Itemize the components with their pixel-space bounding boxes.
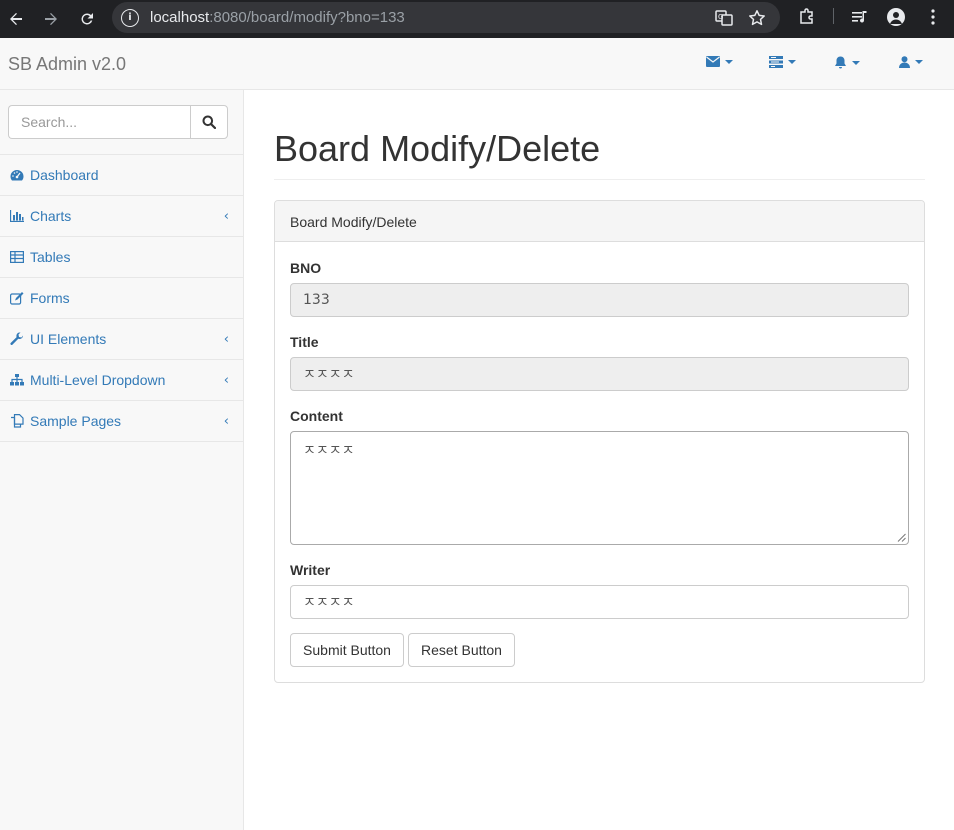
caret-down-icon: [852, 60, 860, 65]
browser-toolbar: i localhost:8080/board/modify?bno=133 G: [0, 0, 954, 38]
extensions-icon[interactable]: [795, 5, 819, 29]
arrow-right-icon: [45, 13, 57, 25]
sidebar-menu: Dashboard Charts ‹ Tables Forms UI Eleme…: [0, 154, 243, 442]
files-icon: [10, 414, 24, 428]
sidebar-item-label: Tables: [30, 249, 71, 265]
bar-chart-icon: [10, 209, 24, 223]
envelope-icon: [706, 56, 720, 67]
dashboard-icon: [10, 168, 24, 182]
content-textarea[interactable]: ㅈㅈㅈㅈ: [290, 431, 909, 545]
sidebar: Dashboard Charts ‹ Tables Forms UI Eleme…: [0, 90, 244, 830]
title-label: Title: [290, 334, 319, 350]
sidebar-item-ui-elements[interactable]: UI Elements ‹: [0, 319, 243, 360]
caret-down-icon: [725, 59, 733, 64]
sidebar-item-label: Dashboard: [30, 167, 99, 183]
forward-button[interactable]: [37, 5, 65, 33]
caret-down-icon: [788, 60, 796, 64]
sidebar-item-label: UI Elements: [30, 331, 107, 347]
svg-text:G: G: [718, 13, 723, 21]
toolbar-divider: [833, 8, 834, 24]
bell-icon: [835, 56, 846, 69]
writer-label: Writer: [290, 562, 331, 578]
board-modify-panel: Board Modify/Delete BNO 133 Title ㅈㅈㅈㅈ C…: [274, 200, 925, 683]
tasks-icon: [769, 56, 783, 68]
sidebar-item-label: Multi-Level Dropdown: [30, 372, 166, 388]
alerts-dropdown[interactable]: [834, 56, 860, 69]
search-input[interactable]: [8, 105, 190, 139]
content-label: Content: [290, 408, 343, 424]
messages-dropdown[interactable]: [706, 56, 733, 67]
url-path: :8080/board/modify?bno=133: [209, 9, 405, 26]
sidebar-search: [8, 105, 228, 139]
edit-icon: [10, 291, 24, 305]
page-title: Board Modify/Delete: [274, 128, 601, 169]
chevron-left-icon: ‹: [223, 332, 229, 347]
sidebar-item-sample-pages[interactable]: Sample Pages ‹: [0, 401, 243, 442]
bookmark-star-icon[interactable]: [747, 8, 767, 28]
sidebar-item-forms[interactable]: Forms: [0, 278, 243, 319]
user-icon: [887, 8, 905, 26]
menu-kebab-icon[interactable]: [921, 5, 945, 29]
page-header: Board Modify/Delete: [274, 128, 925, 180]
writer-field[interactable]: ㅈㅈㅈㅈ: [290, 585, 909, 619]
top-navbar: SB Admin v2.0: [0, 38, 954, 90]
media-control-icon[interactable]: [848, 5, 872, 29]
url-text[interactable]: localhost:8080/board/modify?bno=133: [150, 9, 405, 26]
wrench-icon: [10, 332, 24, 346]
reset-button[interactable]: Reset Button: [408, 633, 515, 667]
back-button[interactable]: [2, 5, 30, 33]
translate-icon[interactable]: G: [714, 8, 734, 28]
submit-button[interactable]: Submit Button: [290, 633, 404, 667]
sidebar-item-label: Charts: [30, 208, 72, 224]
content-text: ㅈㅈㅈㅈ: [303, 443, 355, 459]
sitemap-icon: [10, 373, 24, 387]
chevron-left-icon: ‹: [223, 373, 229, 388]
sidebar-item-label: Forms: [30, 290, 70, 306]
table-icon: [10, 250, 24, 264]
sidebar-item-multi-level-dropdown[interactable]: Multi-Level Dropdown ‹: [0, 360, 243, 401]
tasks-dropdown[interactable]: [769, 56, 796, 68]
bno-label: BNO: [290, 260, 322, 276]
title-field[interactable]: ㅈㅈㅈㅈ: [290, 357, 909, 391]
chevron-left-icon: ‹: [223, 209, 229, 224]
address-bar[interactable]: i localhost:8080/board/modify?bno=133 G: [112, 2, 780, 33]
search-icon: [202, 115, 216, 129]
panel-heading: Board Modify/Delete: [275, 201, 924, 242]
user-dropdown[interactable]: [899, 56, 923, 68]
url-host: localhost: [150, 9, 210, 26]
chevron-left-icon: ‹: [223, 414, 229, 429]
profile-avatar[interactable]: [884, 5, 908, 29]
site-info-icon[interactable]: i: [121, 8, 139, 27]
user-icon: [899, 56, 910, 68]
reload-icon: [81, 13, 93, 25]
arrow-left-icon: [10, 13, 22, 25]
sidebar-item-dashboard[interactable]: Dashboard: [0, 155, 243, 196]
sidebar-item-label: Sample Pages: [30, 413, 122, 429]
bno-field[interactable]: 133: [290, 283, 909, 317]
search-button[interactable]: [190, 105, 228, 139]
sidebar-item-charts[interactable]: Charts ‹: [0, 196, 243, 237]
resize-handle-icon[interactable]: [897, 533, 906, 542]
caret-down-icon: [915, 60, 923, 64]
sidebar-item-tables[interactable]: Tables: [0, 237, 243, 278]
navbar-brand[interactable]: SB Admin v2.0: [8, 54, 126, 75]
reload-button[interactable]: [73, 5, 101, 33]
